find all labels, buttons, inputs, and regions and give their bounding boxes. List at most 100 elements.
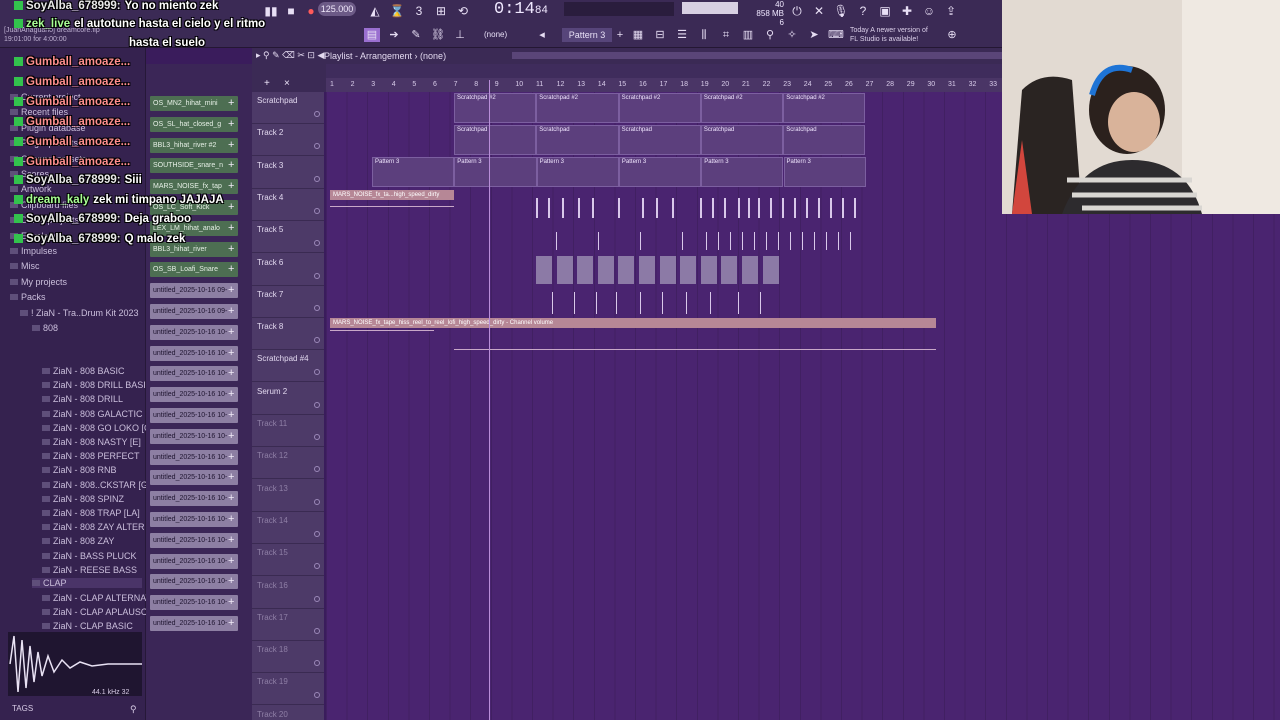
mic-icon[interactable]: 🎙 xyxy=(832,2,850,20)
channel-add-icon[interactable]: + xyxy=(228,347,234,359)
browser-sample[interactable]: ZiaN - 808 DRILL BASIC xyxy=(42,380,152,390)
channel-button[interactable]: untitled_2025-10-16 10- xyxy=(150,345,238,361)
song-time-display[interactable]: 0:1484 xyxy=(494,0,554,20)
browser-folder[interactable]: ! ZiaN - Tra..Drum Kit 2023 xyxy=(20,308,139,318)
track-header[interactable]: Track 20 xyxy=(252,706,324,720)
browser-sample[interactable]: ZiaN - CLAP BASIC xyxy=(42,621,133,631)
pattern-prev-icon[interactable]: ◂ xyxy=(534,28,550,42)
playlist-window-icon[interactable]: ▦ xyxy=(630,28,646,42)
audio-clip[interactable]: MARS_NOISE_fx_ta...high_speed_dirty xyxy=(330,190,454,200)
plugin-icon[interactable]: ✚ xyxy=(898,2,916,20)
track-mute-led[interactable] xyxy=(314,434,320,440)
browser-sample[interactable]: ZiaN - 808 SPINZ xyxy=(42,494,124,504)
track-mute-led[interactable] xyxy=(314,272,320,279)
browser-sample[interactable]: ZiaN - 808 DRILL xyxy=(42,394,123,404)
timeline-ruler[interactable]: 1 2 3 4 5 6 7 8 9 10 11 12 13 14 15 16 17 18 19 20 21 22 23 24 2… xyxy=(326,78,1002,92)
channel-button[interactable]: untitled_2025-10-16 10- xyxy=(150,532,238,548)
track-header[interactable]: Track 8 xyxy=(252,318,324,351)
pattern-clip[interactable]: Scratchpad #2 xyxy=(783,93,866,123)
browser-sample[interactable]: ZiaN - 808 BASIC xyxy=(42,366,125,376)
channel-add-icon[interactable]: + xyxy=(228,596,234,608)
pattern-clip[interactable]: Scratchpad xyxy=(618,125,701,155)
channel-add-icon[interactable]: + xyxy=(228,388,234,400)
wait-icon[interactable]: ⌛ xyxy=(388,2,406,20)
channel-add-icon[interactable]: + xyxy=(228,430,234,442)
browser-folder[interactable]: Misc xyxy=(10,261,40,271)
track-header[interactable]: Track 11 xyxy=(252,415,324,447)
track-header[interactable]: Track 19 xyxy=(252,673,324,706)
channel-button[interactable]: untitled_2025-10-16 10- xyxy=(150,387,238,403)
channel-add-icon[interactable]: + xyxy=(228,534,234,546)
channel-button[interactable]: untitled_2025-10-16 10- xyxy=(150,491,238,507)
channel-add-icon[interactable]: + xyxy=(228,451,234,463)
channel-button[interactable]: untitled_2025-10-16 10- xyxy=(150,616,238,631)
channel-button[interactable]: untitled_2025-10-16 10- xyxy=(150,324,238,340)
playhead[interactable] xyxy=(489,80,490,720)
typing-keyboard-icon[interactable]: ⌨ xyxy=(828,28,844,42)
channel-add-icon[interactable]: + xyxy=(228,575,234,587)
tags-label[interactable]: TAGS xyxy=(12,704,33,713)
channel-button[interactable]: untitled_2025-10-16 09- xyxy=(150,304,238,319)
track-mute-led[interactable] xyxy=(314,304,320,311)
track-mute-led[interactable] xyxy=(314,498,320,505)
track-mute-led[interactable] xyxy=(314,466,320,473)
playlist-icon[interactable]: ▤ xyxy=(364,28,380,42)
close-icon[interactable]: ✕ xyxy=(810,2,828,20)
pencil-icon[interactable]: ✎ xyxy=(408,28,424,42)
track-header[interactable]: Track 15 xyxy=(252,544,324,577)
news-panel[interactable]: Today A newer version of FL Studio is av… xyxy=(850,26,940,44)
browser-sample[interactable]: ZiaN - 808 TRAP [LA] xyxy=(42,508,140,518)
channel-button[interactable]: untitled_2025-10-16 10- xyxy=(150,470,238,486)
track-mute-led[interactable] xyxy=(314,660,320,667)
close-track-icon[interactable]: × xyxy=(284,78,290,89)
pattern-clip[interactable]: Pattern 3 xyxy=(454,157,537,187)
browser-sample[interactable]: ZiaN - 808 ZAY xyxy=(42,536,114,546)
track-header[interactable]: Track 16 xyxy=(252,577,324,609)
channel-add-icon[interactable]: + xyxy=(228,263,234,275)
pattern-clip[interactable]: Scratchpad #2 xyxy=(618,93,701,123)
track-header[interactable]: Track 14 xyxy=(252,512,324,544)
browser-sample[interactable]: ZiaN - 808..CKSTAR [G#] xyxy=(42,480,155,490)
pattern-clip[interactable]: Pattern 3 xyxy=(372,157,455,187)
send-icon[interactable]: ➤ xyxy=(806,28,822,42)
track-mute-led[interactable] xyxy=(314,692,320,699)
track-header[interactable]: Track 18 xyxy=(252,641,324,674)
search-icon[interactable]: ⚲ xyxy=(130,704,137,715)
channel-add-icon[interactable]: + xyxy=(228,409,234,421)
pattern-clip[interactable]: Scratchpad xyxy=(454,125,537,155)
channel-add-icon[interactable]: + xyxy=(228,367,234,379)
track-mute-led[interactable] xyxy=(314,627,320,634)
stop-button[interactable]: ■ xyxy=(282,2,300,20)
browser-sample[interactable]: ZiaN - 808 GO LOKO [G#] xyxy=(42,423,159,433)
pattern-clip[interactable]: Scratchpad #2 xyxy=(536,93,619,123)
step-icon[interactable]: ⊞ xyxy=(432,2,450,20)
channel-button[interactable]: untitled_2025-10-16 10- xyxy=(150,366,238,382)
plugin-picker-icon[interactable]: ▥ xyxy=(740,28,756,42)
browser-sample[interactable]: ZiaN - CLAP APLAUSO xyxy=(42,607,148,617)
browser-sample[interactable]: ZiaN - 808 GALACTIC xyxy=(42,409,143,419)
pattern-selector[interactable]: Pattern 3 xyxy=(562,28,612,42)
track-mute-led[interactable] xyxy=(314,143,320,150)
pattern-clip[interactable]: Pattern 3 xyxy=(701,157,784,187)
track-header[interactable]: Track 17 xyxy=(252,609,324,641)
channel-add-icon[interactable]: + xyxy=(228,284,234,296)
track-header[interactable]: Track 12 xyxy=(252,447,324,480)
track-mute-led[interactable] xyxy=(314,337,320,344)
track-mute-led[interactable] xyxy=(314,207,320,214)
automation-clip[interactable]: MARS_NOISE_fx_tape_hiss_reel_to_reel_lof… xyxy=(330,318,936,328)
playlist-scrollbar[interactable] xyxy=(512,52,1002,59)
help-icon[interactable]: ? xyxy=(854,2,872,20)
arrow-right-icon[interactable]: ➔ xyxy=(386,28,402,42)
browser-sample[interactable]: ZiaN - 808 RNB xyxy=(42,465,117,475)
channel-button[interactable]: untitled_2025-10-16 10- xyxy=(150,428,238,444)
update-icon[interactable]: ⊕ xyxy=(944,28,960,42)
pattern-add-icon[interactable]: + xyxy=(612,28,628,42)
snap-selector[interactable]: (none) xyxy=(484,30,516,39)
track-header[interactable]: Scratchpad #4 xyxy=(252,350,324,383)
time-selection-bar[interactable] xyxy=(326,64,1002,78)
track-header[interactable]: Serum 2 xyxy=(252,383,324,415)
pattern-clip[interactable]: Pattern 3 xyxy=(618,157,702,187)
channel-add-icon[interactable]: + xyxy=(228,513,234,525)
browser-folder[interactable]: My projects xyxy=(10,277,67,287)
channel-add-icon[interactable]: + xyxy=(228,617,234,629)
